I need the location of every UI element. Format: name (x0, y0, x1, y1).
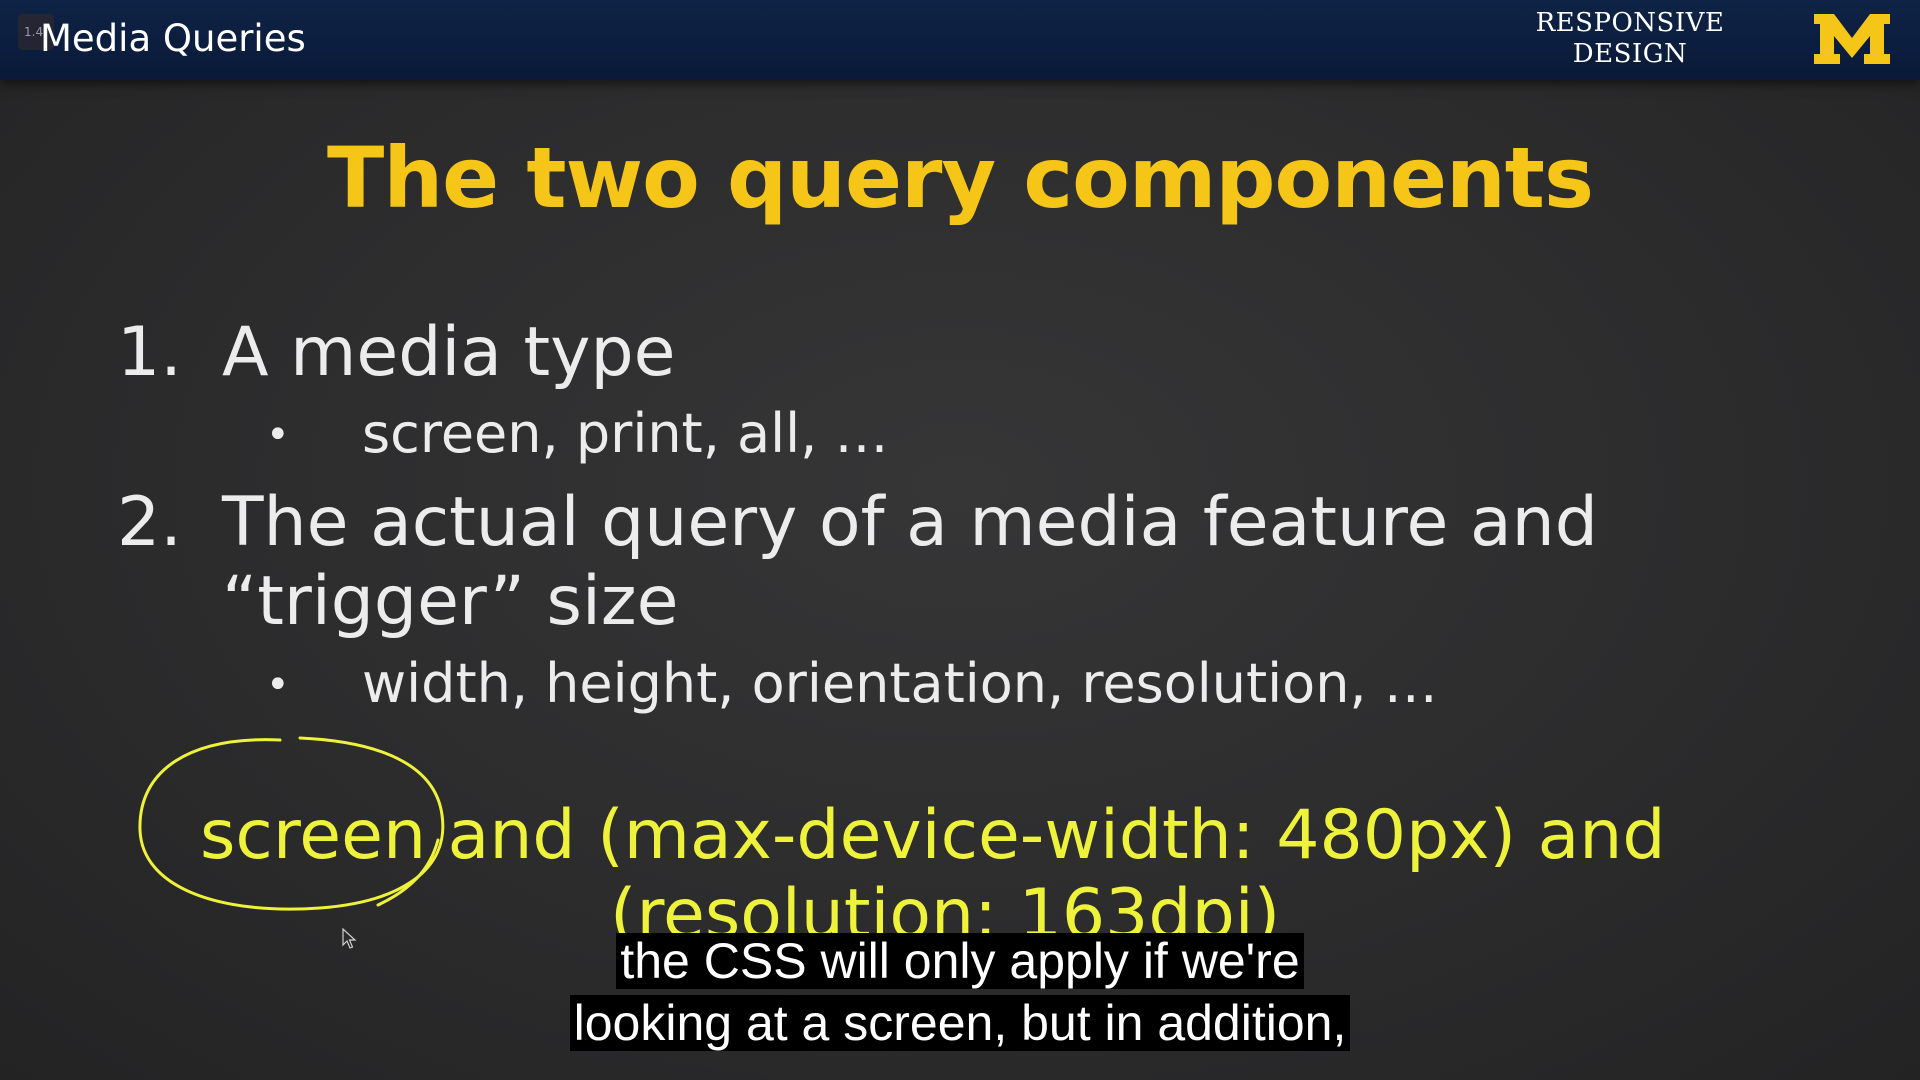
bullet-2: • (266, 662, 290, 708)
caption-text-2: looking at a screen, but in addition, (569, 995, 1351, 1051)
list-number-1: 1. (117, 313, 182, 392)
university-m-logo (1814, 14, 1890, 64)
caption-line-1: the CSS will only apply if we're (0, 932, 1920, 990)
list-item-media-feature-line2: “trigger” size (222, 562, 679, 641)
caption-text-1: the CSS will only apply if we're (616, 933, 1304, 989)
slide-header: 1.4 Media Queries RESPONSIVE DESIGN (0, 0, 1920, 80)
bullet-1: • (266, 412, 290, 458)
list-item-media-type: A media type (222, 313, 676, 392)
caption-line-2: looking at a screen, but in addition, (0, 994, 1920, 1052)
lecture-title: Media Queries (40, 17, 306, 60)
list-number-2: 2. (117, 483, 182, 562)
circle-annotation (138, 736, 445, 911)
brand-line-1: RESPONSIVE (1535, 8, 1725, 38)
video-slide: 1.4 Media Queries RESPONSIVE DESIGN The … (0, 0, 1920, 1080)
media-feature-examples: width, height, orientation, resolution, … (362, 652, 1438, 715)
course-brand: RESPONSIVE DESIGN (1535, 8, 1725, 70)
media-type-examples: screen, print, all, … (362, 402, 889, 465)
brand-line-2: DESIGN (1572, 39, 1688, 69)
list-item-media-feature-line1: The actual query of a media feature and (222, 483, 1598, 562)
slide-title: The two query components (327, 129, 1594, 227)
